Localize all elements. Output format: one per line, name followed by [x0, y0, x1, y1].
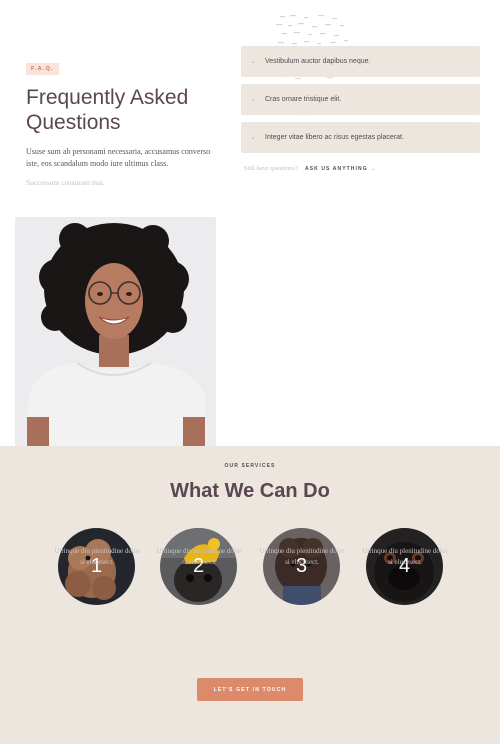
faq-description: Ususe sum ab personami necessaria, accus…: [26, 147, 211, 168]
ask-us-link[interactable]: ASK US ANYTHING →: [305, 166, 376, 172]
chevron-down-icon: ⌄: [250, 135, 256, 141]
faq-item[interactable]: ⌄ Integer vitae libero ac risus egestas …: [241, 122, 480, 153]
get-in-touch-button[interactable]: LET'S GET IN TOUCH: [197, 678, 303, 701]
services-kicker: OUR SERVICES: [224, 463, 276, 469]
faq-question: Integer vitae libero ac risus egestas pl…: [265, 134, 404, 141]
service-text: Utrinque diu plenitudine dolor si eluces…: [54, 547, 140, 566]
portrait-photo: [15, 217, 216, 446]
service-text: Utrinque diu plenitudine dolor si eluces…: [259, 547, 345, 566]
faq-title: Frequently Asked Questions: [26, 86, 189, 134]
chevron-down-icon: ⌄: [250, 97, 256, 103]
still-questions-text: Still have questions?: [244, 165, 298, 172]
faq-item[interactable]: ⌄ Cras ornare tristique elit.: [241, 84, 480, 115]
woman-portrait-image: [15, 217, 216, 446]
faq-question: Vestibulum auctor dapibus neque.: [265, 58, 371, 65]
service-text: Utrinque diu plenitudine dolor si eluces…: [156, 547, 242, 566]
services-section: OUR SERVICES What We Can Do 1 Utrinque d…: [0, 446, 500, 744]
faq-question: Cras ornare tristique elit.: [265, 96, 342, 103]
faq-note: Successum censuram mai.: [26, 178, 105, 187]
faq-section: F.A.Q. Frequently Asked Questions Ususe …: [0, 0, 500, 446]
service-text: Utrinque diu plenitudine dolor si eluces…: [362, 547, 448, 566]
faq-badge: F.A.Q.: [26, 63, 59, 75]
chevron-down-icon: ⌄: [250, 59, 256, 65]
faq-item[interactable]: ⌄ Vestibulum auctor dapibus neque.: [241, 46, 480, 77]
services-title: What We Can Do: [170, 480, 330, 502]
